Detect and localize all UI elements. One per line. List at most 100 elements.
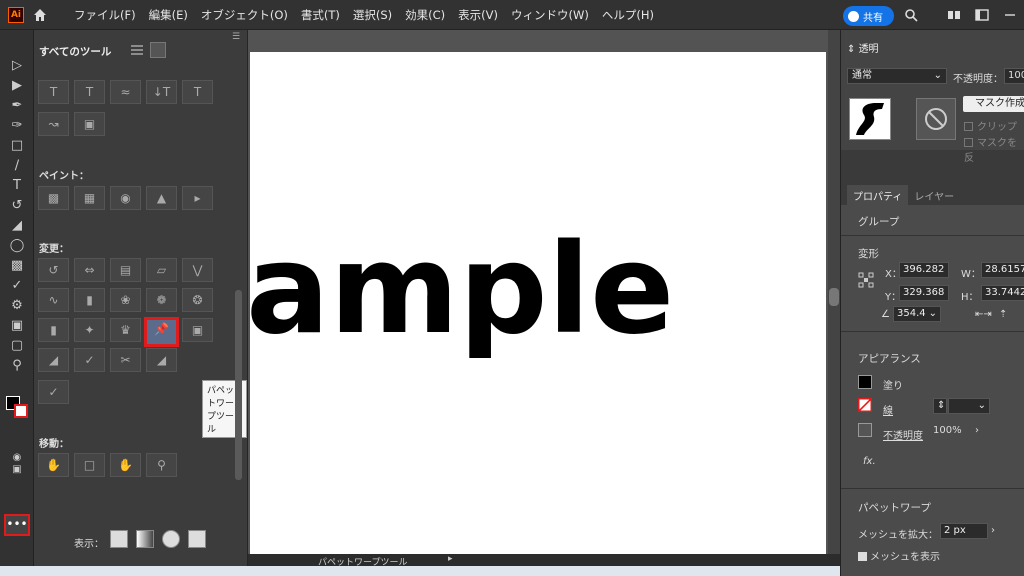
menu-file[interactable]: ファイル(F) [74,7,136,23]
scale-tool[interactable]: ▤ [110,258,141,282]
fx-icon[interactable]: fx. [863,456,876,467]
make-mask-button[interactable]: マスク作成 [963,96,1024,112]
wrinkle-tool[interactable]: ♛ [110,318,141,342]
invert-mask-checkbox[interactable]: マスクを反 [964,134,1024,164]
crystallize-tool[interactable]: ✦ [74,318,105,342]
menu-view[interactable]: 表示(V) [458,7,498,23]
eraser-tool[interactable]: ◢ [38,348,69,372]
zoom-tool-icon[interactable]: ⚲ [9,358,25,374]
list-view-icon[interactable] [130,44,144,56]
chevron-right-icon[interactable]: › [991,525,995,536]
opacity-swatch[interactable] [858,423,872,437]
path-eraser-tool[interactable]: ◢ [146,348,177,372]
panel-scrollbar[interactable] [234,70,244,540]
clip-checkbox[interactable]: クリップ [964,118,1017,133]
reflect-tool[interactable]: ⇔ [74,258,105,282]
pucker-tool[interactable]: ❁ [146,288,177,312]
shape-builder-icon[interactable]: ▣ [9,318,25,334]
tab-layers[interactable]: レイヤー [908,185,960,205]
home-icon[interactable] [32,7,48,23]
gradient-tool-icon[interactable]: ▩ [9,258,25,274]
lasso-tool-icon[interactable]: ◯ [9,238,25,254]
path-type-tool[interactable]: ≈ [110,80,141,104]
blend-tool-icon[interactable]: ⚙ [9,298,25,314]
shear-tool[interactable]: ▱ [146,258,177,282]
vertical-area-type-tool[interactable]: T [182,80,213,104]
eyedropper-tool-icon[interactable]: ✓ [9,278,25,294]
type-tool[interactable]: T [38,80,69,104]
shape-builder-tool[interactable]: ◉ [110,186,141,210]
hand-tool[interactable]: ✋ [38,453,69,477]
h-input[interactable]: 33.7442 [981,285,1024,301]
area-type-tool[interactable]: T [74,80,105,104]
reshape-tool[interactable]: ⋁ [182,258,213,282]
direct-selection-tool-icon[interactable]: ▶ [9,78,25,94]
type-tool-icon[interactable]: T [9,178,25,194]
reference-point-icon[interactable] [858,272,874,288]
stroke-swatch[interactable] [14,404,28,418]
display-mode-icon-3[interactable] [162,530,180,548]
artboard[interactable]: ample [250,52,826,554]
width-tool[interactable]: ∿ [38,288,69,312]
gradient-tool[interactable]: ▩ [38,186,69,210]
stroke-weight-select[interactable]: ⌄ [948,398,990,414]
print-tiling-tool[interactable]: □ [74,453,105,477]
twirl-tool[interactable]: ❀ [110,288,141,312]
search-icon[interactable] [904,8,918,22]
vertical-path-type-tool[interactable]: ↝ [38,112,69,136]
menu-type[interactable]: 書式(T) [301,7,340,23]
mesh-expand-input[interactable]: 2 px [940,523,988,539]
x-input[interactable]: 396.282 [899,262,949,278]
rotate-tool[interactable]: ↺ [38,258,69,282]
canvas-vertical-scrollbar[interactable] [828,30,840,554]
object-thumbnail[interactable] [849,98,891,140]
selection-tool-icon[interactable]: ▷ [9,58,25,74]
stroke-label[interactable]: 線 [883,402,893,417]
panel-scroll-thumb[interactable] [235,290,242,480]
pen-tool-icon[interactable]: ✒ [9,98,25,114]
chevron-right-icon[interactable]: › [975,425,979,436]
show-mesh-checkbox[interactable]: メッシュを表示 [858,548,940,563]
transparency-tab[interactable]: ⇕ 透明 [847,40,887,58]
scissors-tool[interactable]: ✂ [110,348,141,372]
edit-toolbar-button[interactable]: ••• [4,514,30,536]
flip-horizontal-icon[interactable]: ⇤⇥ [975,309,992,320]
screen-mode-icon[interactable]: ▣ [9,462,25,478]
stroke-stepper[interactable]: ⇕ [933,398,947,414]
display-mode-icon-2[interactable] [136,530,154,548]
free-transform-tool[interactable]: ▣ [182,318,213,342]
appearance-opacity-label[interactable]: 不透明度 [883,427,923,442]
opacity-input[interactable]: 100 [1004,68,1024,84]
live-paint-bucket-tool[interactable]: ▲ [146,186,177,210]
menu-effect[interactable]: 効果(C) [405,7,445,23]
canvas-scroll-thumb[interactable] [829,288,839,306]
live-paint-selection-tool[interactable]: ▸ [182,186,213,210]
minimize-icon[interactable] [1003,8,1017,22]
scallop-tool[interactable]: ▮ [38,318,69,342]
display-mode-icon-4[interactable] [188,530,206,548]
mesh-tool[interactable]: ▦ [74,186,105,210]
menu-edit[interactable]: 編集(E) [149,7,188,23]
window-icon[interactable] [975,8,989,22]
menu-help[interactable]: ヘルプ(H) [602,7,654,23]
knife-tool[interactable]: ✓ [74,348,105,372]
appearance-opacity-value[interactable]: 100% [933,425,962,436]
vertical-type-tool[interactable]: ↓T [146,80,177,104]
display-mode-icon-1[interactable] [110,530,128,548]
curvature-tool-icon[interactable]: ✑ [9,118,25,134]
rectangle-tool-icon[interactable]: □ [9,138,25,154]
y-input[interactable]: 329.368 [899,285,949,301]
blend-mode-select[interactable]: 通常 ⌄ [847,68,947,84]
fill-color-swatch[interactable] [858,375,872,389]
stroke-none-swatch[interactable] [858,398,872,412]
rotate-view-tool[interactable]: ✋ [110,453,141,477]
flip-vertical-icon[interactable]: ⇡ [999,309,1007,320]
touch-type-tool[interactable]: ▣ [74,112,105,136]
bloat-tool[interactable]: ❂ [182,288,213,312]
ample-artwork[interactable]: ample [250,52,826,554]
share-button[interactable]: 共有 [843,6,894,26]
menu-window[interactable]: ウィンドウ(W) [511,7,589,23]
zoom-tool[interactable]: ⚲ [146,453,177,477]
workspace-icon[interactable] [947,8,961,22]
menu-object[interactable]: オブジェクト(O) [201,7,288,23]
